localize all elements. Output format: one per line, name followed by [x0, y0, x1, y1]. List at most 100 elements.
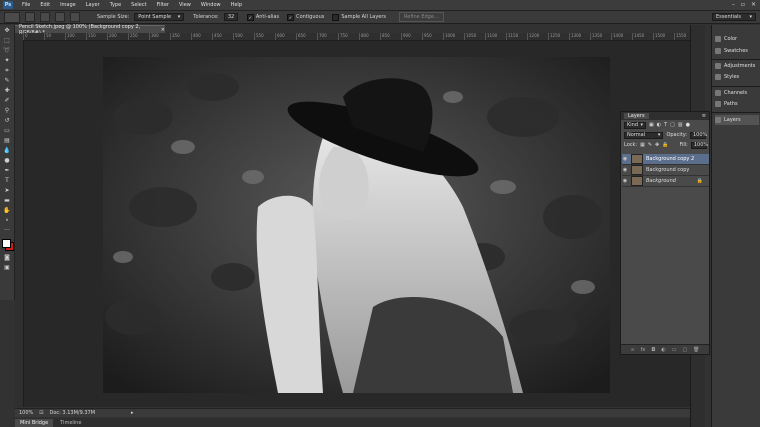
- gradient-tool-icon[interactable]: ▤: [2, 137, 12, 145]
- lock-transparency-icon[interactable]: ▦: [640, 142, 645, 148]
- history-brush-tool-icon[interactable]: ↺: [2, 117, 12, 125]
- intersect-selection-icon[interactable]: [70, 12, 80, 22]
- shape-tool-icon[interactable]: ▬: [2, 197, 12, 205]
- quick-mask-icon[interactable]: ◙: [2, 254, 12, 262]
- dodge-tool-icon[interactable]: ●: [2, 157, 12, 165]
- menu-window[interactable]: Window: [196, 2, 226, 8]
- add-selection-icon[interactable]: [40, 12, 50, 22]
- options-bar: Sample Size: Point Sample ▾ Tolerance: 3…: [0, 11, 760, 24]
- filter-toggle-icon[interactable]: ●: [686, 122, 690, 128]
- dock-item-channels[interactable]: Channels: [715, 88, 759, 98]
- new-selection-icon[interactable]: [25, 12, 35, 22]
- panel-menu-icon[interactable]: ≡: [702, 113, 706, 119]
- hand-tool-icon[interactable]: ✋: [2, 207, 12, 215]
- dock-label: Paths: [724, 101, 738, 107]
- sample-all-layers-checkbox[interactable]: Sample All Layers: [332, 13, 386, 21]
- filter-type-icon[interactable]: T: [664, 122, 667, 128]
- chevron-down-icon: ▾: [640, 122, 643, 128]
- group-icon[interactable]: ▭: [672, 347, 677, 353]
- menu-select[interactable]: Select: [126, 2, 151, 8]
- filter-shape-icon[interactable]: ▢: [670, 122, 675, 128]
- eyedropper-tool-icon[interactable]: ✎: [2, 77, 12, 85]
- layer-row[interactable]: ◉ Background copy 2: [622, 154, 709, 165]
- brush-tool-icon[interactable]: ✐: [2, 97, 12, 105]
- dock-item-paths[interactable]: Paths: [715, 99, 759, 109]
- layers-icon: [715, 117, 721, 123]
- menu-type[interactable]: Type: [105, 2, 126, 8]
- document-tab[interactable]: Pencil Sketch.jpeg @ 100% (Background co…: [15, 24, 165, 36]
- pen-tool-icon[interactable]: ✒: [2, 167, 12, 175]
- filter-adjustment-icon[interactable]: ◐: [657, 122, 661, 128]
- close-window-icon[interactable]: ✕: [751, 1, 756, 8]
- clone-stamp-tool-icon[interactable]: ⚲: [2, 107, 12, 115]
- ruler-tick: 0: [23, 33, 28, 40]
- bottom-panel-tabs: Mini Bridge Timeline: [15, 418, 690, 427]
- tab-mini-bridge[interactable]: Mini Bridge: [15, 418, 54, 427]
- menu-view[interactable]: View: [174, 2, 196, 8]
- opacity-input[interactable]: 100%: [690, 131, 707, 139]
- sample-size-dropdown[interactable]: Point Sample ▾: [134, 13, 185, 21]
- link-icon[interactable]: ∞: [630, 347, 634, 353]
- eye-icon[interactable]: ◉: [622, 167, 628, 173]
- tolerance-input[interactable]: 32: [223, 13, 238, 21]
- trash-icon[interactable]: 🗑: [693, 347, 699, 353]
- marquee-tool-icon[interactable]: ⬚: [2, 37, 12, 45]
- workspace-switcher[interactable]: Essentials ▾: [712, 13, 756, 21]
- dock-item-styles[interactable]: Styles: [715, 72, 759, 82]
- menu-filter[interactable]: Filter: [152, 2, 174, 8]
- dock-item-color[interactable]: Color: [715, 34, 759, 44]
- lock-all-icon[interactable]: 🔒: [662, 142, 668, 148]
- type-tool-icon[interactable]: T: [2, 177, 12, 185]
- eraser-tool-icon[interactable]: ▭: [2, 127, 12, 135]
- more-tools-icon[interactable]: ···: [2, 227, 12, 235]
- mask-icon[interactable]: ◘: [651, 347, 655, 353]
- dock-item-swatches[interactable]: Swatches: [715, 46, 759, 56]
- path-selection-tool-icon[interactable]: ➤: [2, 187, 12, 195]
- filter-pixel-icon[interactable]: ▣: [649, 122, 654, 128]
- filter-smart-icon[interactable]: ▥: [678, 122, 683, 128]
- lock-image-icon[interactable]: ✎: [648, 142, 652, 148]
- screen-mode-icon[interactable]: ▣: [2, 264, 12, 272]
- lock-position-icon[interactable]: ✥: [655, 142, 659, 148]
- antialias-checkbox[interactable]: ✓ Anti-alias: [246, 13, 279, 21]
- adjustment-layer-icon[interactable]: ◐: [661, 347, 665, 353]
- status-menu-icon[interactable]: ▸: [131, 410, 134, 416]
- status-icon[interactable]: ⊡: [39, 410, 43, 416]
- close-tab-icon[interactable]: ×: [161, 27, 165, 33]
- foreground-color-swatch[interactable]: [2, 239, 11, 248]
- menu-help[interactable]: Help: [226, 2, 247, 8]
- move-tool-icon[interactable]: ✥: [2, 27, 12, 35]
- kind-filter-dropdown[interactable]: Kind ▾: [624, 121, 646, 129]
- eye-icon[interactable]: ◉: [622, 178, 628, 184]
- document-image[interactable]: [103, 57, 610, 393]
- maximize-icon[interactable]: ▫: [741, 1, 745, 8]
- color-swatches[interactable]: [0, 238, 14, 252]
- zoom-level[interactable]: 100%: [19, 410, 33, 416]
- fill-input[interactable]: 100%: [690, 141, 708, 149]
- dock-item-adjustments[interactable]: Adjustments: [715, 61, 759, 71]
- menu-layer[interactable]: Layer: [81, 2, 105, 8]
- minimize-icon[interactable]: –: [732, 1, 735, 8]
- eye-icon[interactable]: ◉: [622, 156, 628, 162]
- lasso-tool-icon[interactable]: ➰: [2, 47, 12, 55]
- crop-tool-icon[interactable]: ⌗: [2, 67, 12, 75]
- new-layer-icon[interactable]: ▢: [682, 347, 687, 353]
- menu-edit[interactable]: Edit: [35, 2, 55, 8]
- magic-wand-tool-icon[interactable]: ✦: [2, 57, 12, 65]
- refine-edge-button[interactable]: Refine Edge...: [399, 12, 444, 22]
- layer-row[interactable]: ◉ Background 🔒: [622, 176, 709, 187]
- dock-item-layers[interactable]: Layers: [715, 115, 759, 125]
- menu-file[interactable]: File: [17, 2, 35, 8]
- contiguous-checkbox[interactable]: ✓ Contiguous: [287, 13, 324, 21]
- blend-mode-dropdown[interactable]: Normal ▾: [624, 131, 664, 139]
- blur-tool-icon[interactable]: 💧: [2, 147, 12, 155]
- tool-preset-picker[interactable]: [4, 11, 20, 23]
- layer-row[interactable]: ◉ Background copy: [622, 165, 709, 176]
- tab-timeline[interactable]: Timeline: [55, 419, 86, 427]
- menu-image[interactable]: Image: [55, 2, 81, 8]
- layers-panel-title[interactable]: Layers: [624, 113, 649, 119]
- healing-brush-tool-icon[interactable]: ✚: [2, 87, 12, 95]
- zoom-tool-icon[interactable]: ⚬: [2, 217, 12, 225]
- fx-icon[interactable]: fx: [641, 347, 646, 353]
- subtract-selection-icon[interactable]: [55, 12, 65, 22]
